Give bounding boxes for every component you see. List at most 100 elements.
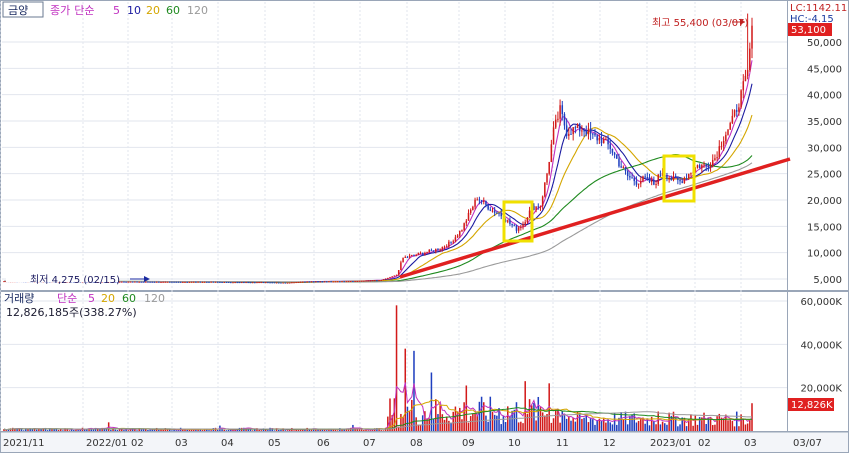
candle-body	[317, 281, 319, 283]
volume-bar	[738, 426, 740, 431]
volume-bar	[251, 430, 254, 431]
volume-bar	[592, 419, 594, 431]
candle-body	[123, 281, 125, 283]
volume-bar	[450, 423, 452, 431]
candle-body	[554, 119, 557, 128]
candle-body	[304, 281, 306, 283]
candle-body	[513, 225, 516, 227]
candle-body	[602, 139, 605, 144]
candle-body	[583, 130, 585, 132]
candle-body	[221, 282, 223, 284]
candle-body	[679, 180, 681, 182]
volume-bar	[380, 430, 383, 431]
candle-body	[406, 256, 409, 258]
candle-body	[596, 135, 598, 141]
volume-bar	[223, 429, 226, 431]
candle-body	[195, 281, 197, 283]
candle-body	[3, 281, 5, 283]
volume-bar	[123, 430, 125, 431]
candle-body	[711, 159, 714, 167]
date-tick: 03	[175, 438, 188, 449]
candle-body	[177, 281, 180, 283]
candle-body	[631, 177, 633, 179]
candle-body	[286, 282, 289, 284]
price-y-tick: 20,000	[807, 196, 842, 207]
candle-body	[450, 241, 452, 243]
volume-bar	[469, 416, 472, 431]
candle-body	[197, 281, 199, 283]
volume-bar	[583, 417, 585, 431]
volume-bar	[175, 430, 178, 431]
volume-bar	[629, 416, 631, 431]
candle-body	[302, 281, 304, 283]
candle-body	[190, 281, 193, 283]
volume-bar	[692, 425, 694, 431]
candle-body	[125, 281, 127, 283]
candle-body	[352, 281, 354, 283]
ma-period-5: 5	[113, 4, 120, 17]
candle-body	[622, 167, 625, 169]
candle-body	[611, 148, 614, 153]
ma-period-10: 10	[127, 4, 141, 17]
candle-body	[703, 164, 705, 166]
volume-bar	[694, 415, 697, 431]
candle-body	[561, 105, 564, 115]
volume-bar	[594, 424, 596, 431]
candle-body	[267, 282, 269, 284]
candle-body	[445, 246, 448, 248]
volume-current-label: 12,826,185주(338.27%)	[6, 306, 137, 319]
volume-bar	[417, 424, 420, 431]
candle-body	[729, 123, 731, 130]
candle-body	[164, 281, 167, 283]
volume-bar	[465, 385, 468, 431]
volume-bar	[363, 430, 365, 431]
candle-body	[646, 177, 649, 179]
candle-body	[136, 281, 138, 283]
candle-body	[236, 282, 239, 284]
candle-body	[269, 282, 271, 284]
volume-bar	[210, 430, 212, 431]
volume-bar	[402, 417, 404, 431]
date-tick: 02	[698, 438, 711, 449]
candle-body	[744, 75, 747, 82]
candle-body	[295, 282, 297, 284]
volume-bar	[544, 415, 546, 431]
volume-bar	[62, 430, 64, 431]
volume-y-tick: 20,000K	[800, 384, 842, 395]
candle-body	[437, 249, 439, 251]
candle-body	[432, 250, 435, 252]
candle-body	[587, 128, 590, 135]
volume-bar	[666, 424, 668, 431]
candle-body	[201, 281, 204, 283]
volume-bar	[581, 418, 583, 431]
volume-bar	[140, 429, 143, 431]
volume-bar	[718, 413, 721, 431]
candle-body	[605, 138, 607, 140]
candle-body	[751, 25, 753, 49]
volume-bar	[653, 421, 655, 431]
volume-bar	[286, 430, 289, 431]
volume-bar	[260, 430, 263, 431]
volume-bar	[443, 419, 446, 431]
candle-body	[323, 281, 326, 283]
volume-bar	[596, 419, 598, 431]
volume-bar	[502, 416, 505, 431]
volume-bar	[280, 429, 282, 431]
volume-bar	[616, 424, 618, 431]
candle-body	[452, 241, 454, 243]
candle-body	[147, 281, 149, 283]
volume-bar	[413, 350, 415, 431]
candle-body	[456, 235, 459, 238]
chart-canvas[interactable]: 5,000 10,000 15,000 20,000 25,000 30,000 35,00…	[0, 0, 849, 453]
volume-bar	[278, 429, 280, 431]
volume-bar	[657, 411, 659, 431]
volume-bar	[714, 424, 716, 431]
volume-bar	[496, 415, 498, 431]
candle-body	[535, 206, 537, 211]
volume-bar	[520, 421, 522, 431]
volume-bar	[746, 423, 749, 431]
volume-bar	[727, 420, 729, 431]
candle-body	[480, 200, 483, 202]
date-tick: 03/07	[793, 438, 822, 449]
candle-body	[131, 281, 134, 283]
